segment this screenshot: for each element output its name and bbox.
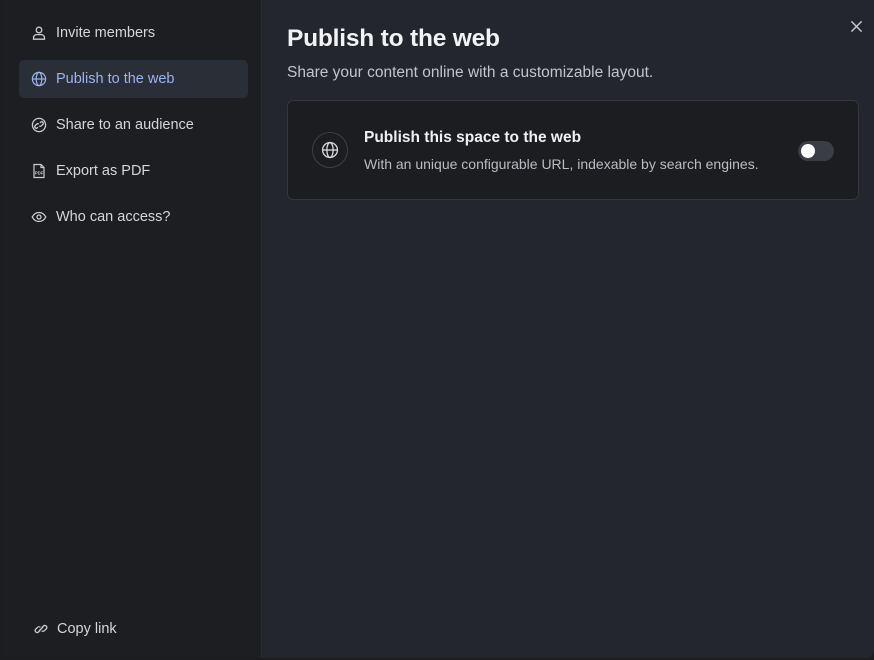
close-icon [850, 20, 862, 32]
sidebar-item-invite-members[interactable]: Invite members [19, 14, 248, 52]
sidebar-item-label: Who can access? [56, 209, 171, 225]
page-title: Publish to the web [287, 25, 500, 52]
sidebar-item-label: Invite members [56, 25, 156, 41]
toggle-knob [801, 144, 815, 158]
publish-card-text: Publish this space to the web With an un… [364, 128, 759, 173]
sidebar-item-publish-to-web[interactable]: Publish to the web [19, 60, 248, 98]
copy-link-button[interactable]: Copy link [33, 621, 117, 637]
publish-card-title: Publish this space to the web [364, 128, 582, 146]
share-dialog: Invite members Publish to the web Share … [3, 0, 874, 658]
page-subtitle: Share your content online with a customi… [287, 64, 654, 81]
publish-card-description: With an unique configurable URL, indexab… [364, 155, 759, 172]
main-panel: Publish to the web Share your content on… [262, 0, 874, 658]
publish-toggle[interactable] [798, 141, 834, 161]
pdf-icon: PDF [31, 163, 47, 179]
sidebar-item-share-to-audience[interactable]: Share to an audience [19, 106, 248, 144]
user-icon [31, 25, 47, 41]
sidebar-item-label: Publish to the web [56, 71, 175, 87]
sidebar-item-who-can-access[interactable]: Who can access? [19, 198, 248, 236]
eye-icon [31, 209, 47, 225]
sidebar-item-export-pdf[interactable]: PDF Export as PDF [19, 152, 248, 190]
globe-icon [31, 71, 47, 87]
link-icon [33, 621, 49, 637]
globe-icon [312, 132, 348, 168]
sidebar: Invite members Publish to the web Share … [3, 0, 262, 658]
link-circle-icon [31, 117, 47, 133]
publish-card: Publish this space to the web With an un… [287, 100, 859, 200]
svg-text:PDF: PDF [35, 171, 44, 176]
copy-link-label: Copy link [57, 621, 117, 637]
sidebar-item-label: Share to an audience [56, 117, 194, 133]
close-button[interactable] [847, 17, 865, 35]
sidebar-item-label: Export as PDF [56, 163, 151, 179]
